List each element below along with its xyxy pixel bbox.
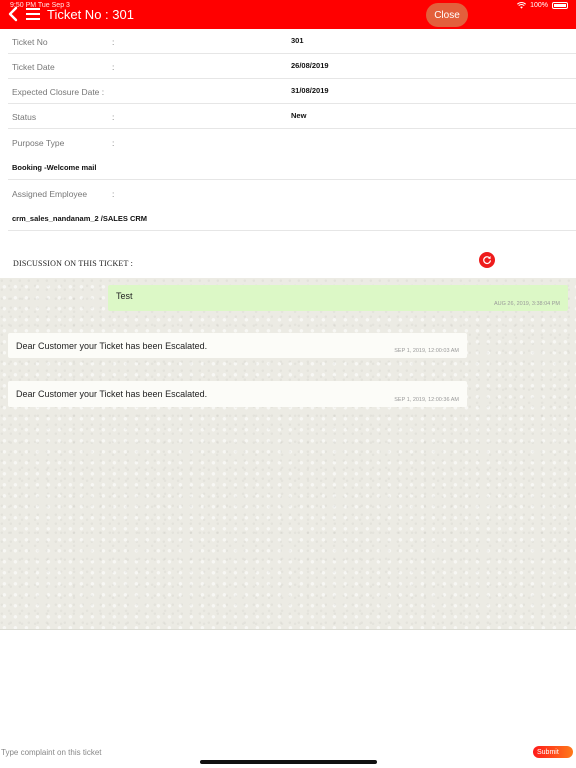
message-timestamp: SEP 1, 2019, 12:00:36 AM [394, 397, 459, 403]
battery-icon [552, 2, 568, 9]
message-timestamp: SEP 1, 2019, 12:00:03 AM [394, 348, 459, 354]
page-title: Ticket No : 301 [47, 7, 134, 22]
detail-colon: : [112, 112, 115, 122]
wifi-icon [517, 2, 527, 9]
detail-value: 26/08/2019 [291, 61, 329, 70]
detail-colon: : [112, 138, 115, 148]
chat-message-incoming: Dear Customer your Ticket has been Escal… [8, 333, 467, 358]
close-button[interactable]: Close [426, 3, 468, 27]
detail-label: Assigned Employee [12, 189, 88, 199]
detail-value: crm_sales_nandanam_2 /SALES CRM [12, 214, 148, 223]
detail-value: New [291, 111, 307, 120]
detail-colon: : [112, 37, 115, 47]
message-timestamp: AUG 26, 2019, 3:38:04 PM [493, 301, 560, 307]
chevron-left-icon[interactable] [6, 6, 20, 22]
detail-row-status: Status : New [8, 104, 576, 129]
detail-row-ticket-date: Ticket Date : 26/08/2019 [8, 54, 576, 79]
detail-label: Purpose Type [12, 138, 65, 148]
detail-row-ticket-no: Ticket No : 301 [8, 29, 576, 54]
discussion-heading: DISCUSSION ON THIS TICKET : [13, 259, 134, 268]
chat-thread[interactable]: Test AUG 26, 2019, 3:38:04 PM Dear Custo… [0, 278, 576, 630]
detail-value: Booking -Welcome mail [12, 163, 97, 172]
message-text: Dear Customer your Ticket has been Escal… [16, 341, 208, 351]
refresh-button[interactable] [479, 252, 495, 268]
chat-message-incoming: Dear Customer your Ticket has been Escal… [8, 381, 467, 407]
ticket-details: Ticket No : 301 Ticket Date : 26/08/2019… [0, 29, 576, 231]
detail-label: Ticket Date [12, 62, 55, 72]
home-indicator [200, 760, 377, 764]
detail-row-purpose-type: Purpose Type : Booking -Welcome mail [8, 129, 576, 180]
detail-label: Status [12, 112, 37, 122]
detail-value: 301 [291, 36, 304, 45]
battery-percent: 100% [530, 2, 548, 9]
app-header: 9:50 PM Tue Sep 3 100% Ticket No : 301 C… [0, 0, 576, 29]
refresh-icon [483, 256, 491, 265]
detail-label: Expected Closure Date : [12, 87, 105, 97]
message-text: Dear Customer your Ticket has been Escal… [16, 389, 208, 399]
chat-message-outgoing: Test AUG 26, 2019, 3:38:04 PM [108, 285, 568, 311]
message-text: Test [116, 291, 133, 301]
submit-button[interactable]: Submit [533, 746, 573, 758]
detail-row-assigned-employee: Assigned Employee : crm_sales_nandanam_2… [8, 180, 576, 231]
status-bar-right: 100% [517, 2, 568, 9]
detail-colon: : [112, 189, 115, 199]
detail-label: Ticket No [12, 37, 48, 47]
detail-row-expected-closure: Expected Closure Date : 31/08/2019 [8, 79, 576, 104]
detail-value: 31/08/2019 [291, 86, 329, 95]
detail-colon: : [112, 62, 115, 72]
hamburger-menu-icon[interactable] [26, 8, 40, 20]
complaint-input[interactable] [1, 745, 421, 759]
